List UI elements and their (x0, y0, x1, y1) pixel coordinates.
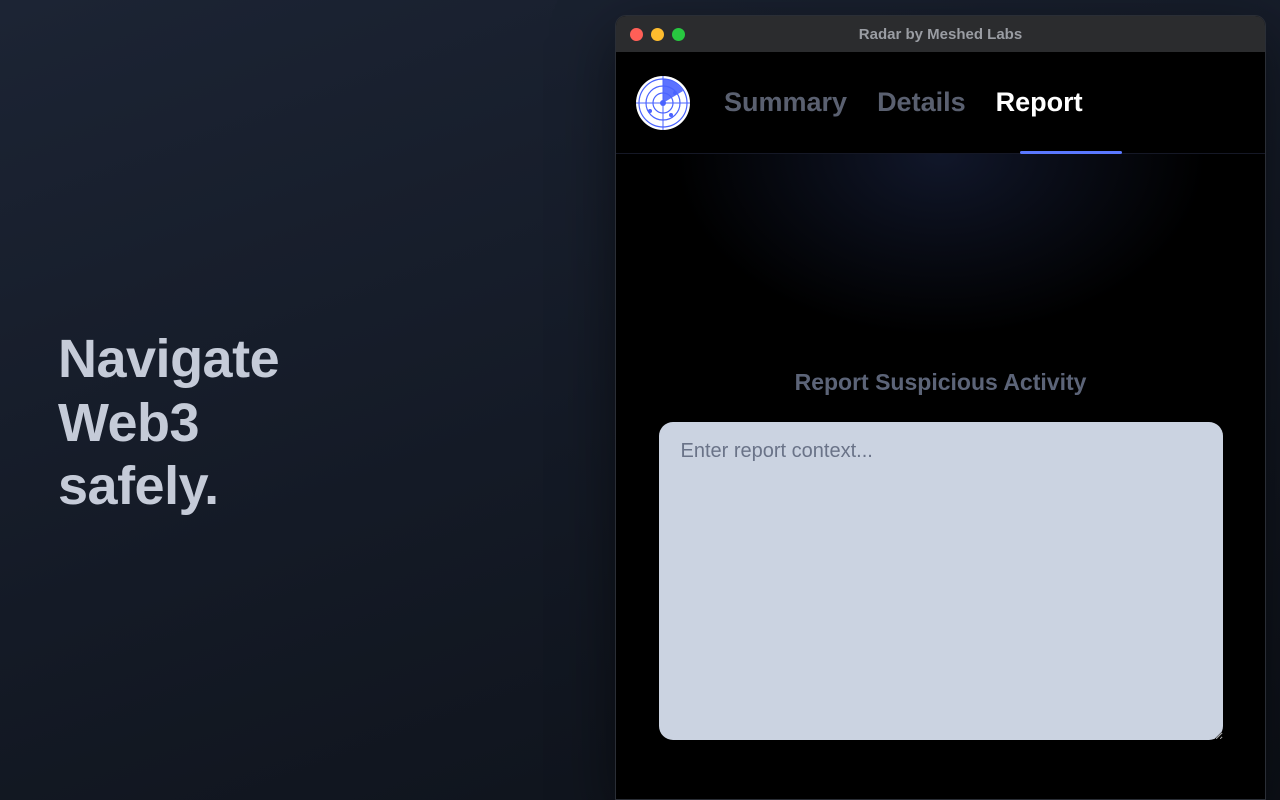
report-textarea-wrap (659, 422, 1223, 745)
tabs-container: Summary Details Report (722, 83, 1085, 122)
report-heading: Report Suspicious Activity (795, 369, 1087, 396)
minimize-window-button[interactable] (651, 28, 664, 41)
traffic-lights (630, 28, 685, 41)
content-area: Report Suspicious Activity (616, 154, 1265, 745)
app-logo (634, 74, 692, 132)
tagline-line: Navigate (58, 328, 279, 392)
tab-bar: Summary Details Report (616, 52, 1265, 154)
radar-icon (635, 75, 691, 131)
app-window: Radar by Meshed Labs Summary Details Rep… (615, 15, 1266, 800)
marketing-tagline: Navigate Web3 safely. (58, 328, 279, 519)
close-window-button[interactable] (630, 28, 643, 41)
report-context-input[interactable] (659, 422, 1223, 740)
maximize-window-button[interactable] (672, 28, 685, 41)
window-titlebar: Radar by Meshed Labs (616, 16, 1265, 52)
tab-details[interactable]: Details (875, 83, 968, 122)
tab-report[interactable]: Report (994, 83, 1085, 122)
active-tab-indicator (1020, 151, 1122, 154)
tab-summary[interactable]: Summary (722, 83, 849, 122)
tagline-line: Web3 (58, 392, 279, 456)
tagline-line: safely. (58, 455, 279, 519)
window-title: Radar by Meshed Labs (616, 26, 1265, 43)
